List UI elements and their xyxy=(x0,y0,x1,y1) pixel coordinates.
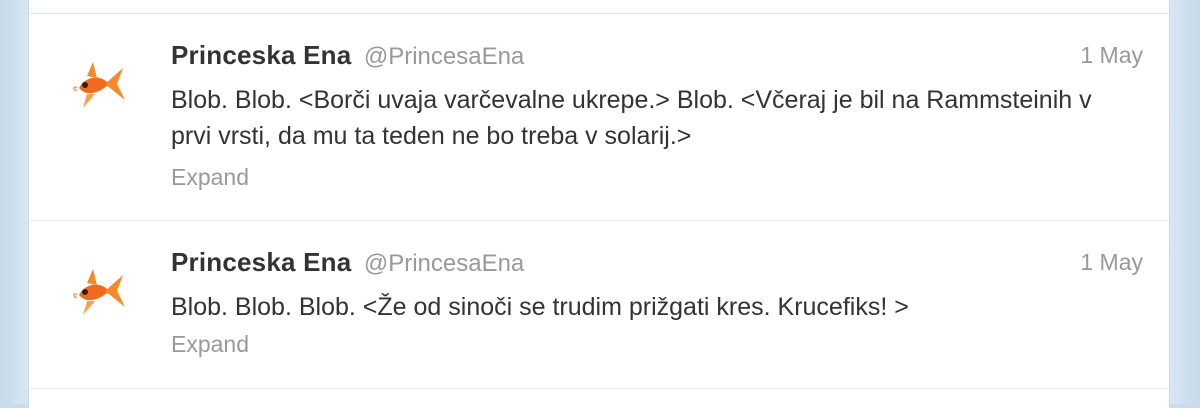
author-name[interactable]: Princeska Ena xyxy=(171,247,351,277)
tweet-divider xyxy=(29,388,1169,389)
expand-link[interactable]: Expand xyxy=(171,331,249,358)
tweet-timestamp[interactable]: 1 May xyxy=(1080,249,1143,276)
author-handle[interactable]: @PrincesaEna xyxy=(364,43,524,70)
tweet-item[interactable]: Princeska Ena @PrincesaEna 1 May Blob. B… xyxy=(29,221,1169,388)
author-name[interactable]: Princeska Ena xyxy=(171,40,351,70)
tweet-header: Princeska Ena @PrincesaEna 1 May xyxy=(171,40,1143,72)
tweet-text: Blob. Blob. <Borči uvaja varčevalne ukre… xyxy=(171,86,1092,150)
tweet-timestamp[interactable]: 1 May xyxy=(1080,42,1143,69)
timeline-stream: Princeska Ena @PrincesaEna 1 May Blob. B… xyxy=(28,0,1170,408)
goldfish-icon[interactable] xyxy=(65,261,129,325)
tweet-header: Princeska Ena @PrincesaEna 1 May xyxy=(171,247,1143,279)
page-background: Princeska Ena @PrincesaEna 1 May Blob. B… xyxy=(0,0,1200,408)
tweet-item[interactable]: Princeska Ena @PrincesaEna 1 May Blob. B… xyxy=(29,14,1169,220)
author-handle[interactable]: @PrincesaEna xyxy=(364,250,524,277)
goldfish-icon[interactable] xyxy=(65,54,129,118)
tweet-text: Blob. Blob. Blob. <Že od sinoči se trudi… xyxy=(171,293,909,321)
expand-link[interactable]: Expand xyxy=(171,164,249,191)
